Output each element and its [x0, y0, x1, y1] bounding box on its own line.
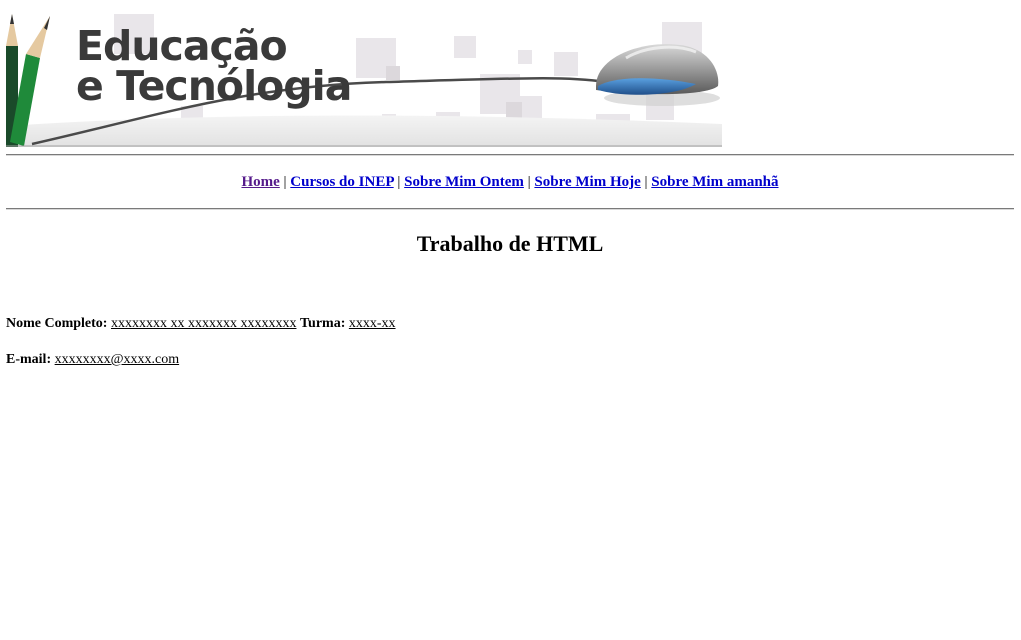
class-value: xxxx-xx	[348, 316, 396, 331]
class-label: Turma:	[299, 316, 346, 331]
banner-title-line1: Educação	[76, 22, 288, 70]
page-title: Trabalho de HTML	[416, 231, 604, 256]
nav-bar: Home | Cursos do INEP | Sobre Mim Ontem …	[6, 174, 1014, 191]
name-line: Nome Completo: xxxxxxxx xx xxxxxxx xxxxx…	[6, 316, 396, 332]
banner-title-line2: e Tecnólogia	[76, 62, 352, 110]
name-value: xxxxxxxx xx xxxxxxx xxxxxxxx	[110, 316, 297, 331]
nav-link-sobre-mim-amanha[interactable]: Sobre Mim amanhã	[651, 174, 778, 190]
header-banner: Educação e Tecnólogia	[6, 6, 722, 147]
nav-separator: |	[283, 174, 287, 190]
email-value: xxxxxxxx@xxxx.com	[54, 352, 180, 367]
nav-link-home[interactable]: Home	[241, 174, 279, 190]
nav-link-sobre-mim-ontem[interactable]: Sobre Mim Ontem	[404, 174, 524, 190]
nav-separator: |	[644, 174, 648, 190]
email-line: E-mail: xxxxxxxx@xxxx.com	[6, 352, 179, 368]
nav-link-cursos-inep[interactable]: Cursos do INEP	[290, 174, 393, 190]
nav-separator: |	[397, 174, 401, 190]
nav-link-sobre-mim-hoje[interactable]: Sobre Mim Hoje	[534, 174, 640, 190]
name-label: Nome Completo:	[6, 316, 108, 331]
email-label: E-mail:	[6, 352, 52, 367]
banner-title: Educação e Tecnólogia	[76, 22, 352, 110]
top-divider	[6, 154, 1014, 156]
bottom-divider	[6, 208, 1014, 210]
nav-separator: |	[527, 174, 531, 190]
